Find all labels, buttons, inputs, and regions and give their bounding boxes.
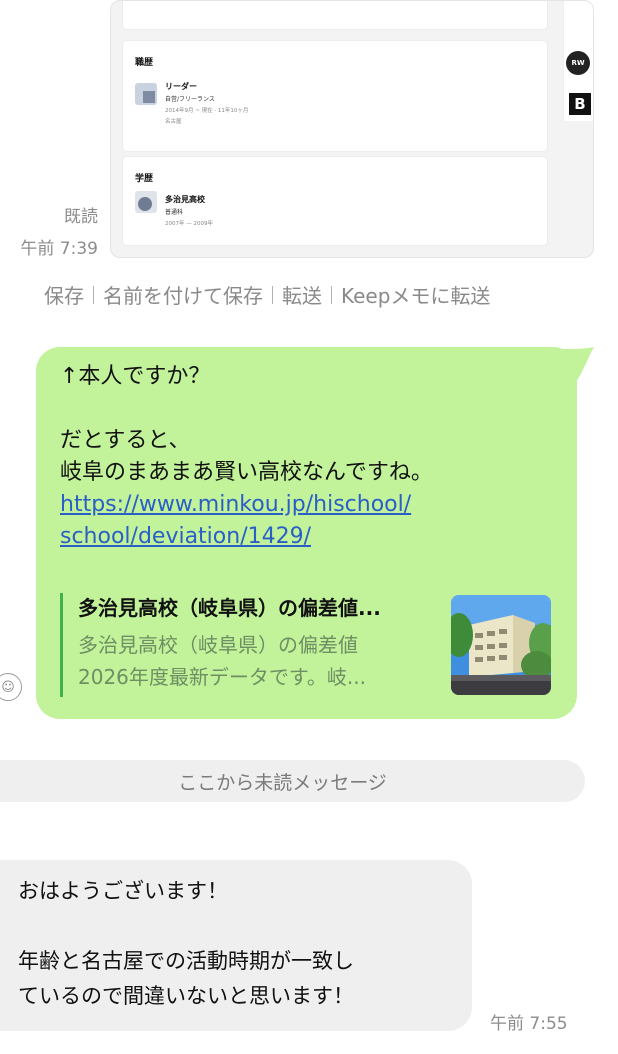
divider [331,285,332,304]
link-preview-description[interactable]: 多治見高校（岐阜県）の偏差値 2026年度最新データです。岐... [78,629,366,693]
sent-time: 午前 7:39 [20,239,98,259]
read-receipt: 既読 [64,207,98,227]
divider [93,285,94,304]
education-title: 多治見高校 [165,195,205,204]
emoji-reaction-icon[interactable]: ☺ [0,673,22,701]
career-thumbnail [135,83,157,105]
unread-divider: ここから未読メッセージ [0,760,585,802]
message-line [18,909,354,944]
rw-badge-icon: RW [566,51,590,75]
shared-image-card[interactable]: 職歴 リーダー 自営/フリーランス 2014年9月 ~ 現在 · 11年10ヶ月… [110,0,594,258]
career-sub: 自営/フリーランス [165,96,215,103]
message-line: ↑本人ですか？ [60,364,211,389]
career-period: 2014年9月 ~ 現在 · 11年10ヶ月 [165,108,249,114]
url-link[interactable]: https://www.minkou.jp/hischool/ [60,489,433,521]
link-preview-thumbnail[interactable] [451,595,551,695]
message-line: 年齢と名古屋での活動時期が一致し [18,949,354,973]
outgoing-message-text: ↑本人ですか？ だとすると、 岐阜のまあまあ賢い高校なんですね。 https:/… [60,361,433,553]
message-line [60,393,433,425]
message-line: おはようございます！ [18,879,228,903]
education-heading: 学歴 [135,174,154,184]
b-badge-icon: B [569,93,591,115]
image-actions-bar: 保存 名前を付けて保存 転送 Keepメモに転送 [44,280,490,309]
incoming-message-text: おはようございます！ 年齢と名古屋での活動時期が一致し ているので間違いないと思… [18,874,354,1014]
outgoing-message-bubble[interactable]: ↑本人ですか？ だとすると、 岐阜のまあまあ賢い高校なんですね。 https:/… [36,347,577,719]
message-line: ているので間違いないと思います！ [18,984,354,1008]
divider [272,285,273,304]
education-period: 2007年 — 2009年 [165,221,213,227]
incoming-message-bubble[interactable]: おはようございます！ 年齢と名古屋での活動時期が一致し ているので間違いないと思… [0,860,472,1031]
education-sub: 普通科 [165,209,184,216]
image-card-top-section [123,1,547,29]
link-preview-title[interactable]: 多治見高校（岐阜県）の偏差値... [78,592,381,621]
url-link[interactable]: school/deviation/1429/ [60,521,433,553]
education-section: 学歴 多治見高校 普通科 2007年 — 2009年 [123,157,547,245]
preview-desc-line: 多治見高校（岐阜県）の偏差値 [78,633,358,657]
career-location: 名古屋 [165,119,182,125]
save-as-button[interactable]: 名前を付けて保存 [103,280,263,309]
career-heading: 職歴 [135,58,154,68]
message-line: 岐阜のまあまあ賢い高校なんですね。 [60,460,433,485]
career-section: 職歴 リーダー 自営/フリーランス 2014年9月 ~ 現在 · 11年10ヶ月… [123,41,547,151]
keep-memo-button[interactable]: Keepメモに転送 [341,280,490,309]
received-time: 午前 7:55 [490,1014,568,1034]
link-preview-bar [60,593,63,697]
education-thumbnail [135,191,157,213]
forward-button[interactable]: 転送 [282,280,322,309]
save-button[interactable]: 保存 [44,280,84,309]
message-line: だとすると、 [60,428,191,453]
career-title: リーダー [165,82,197,91]
preview-desc-line: 2026年度最新データです。岐... [78,665,366,689]
